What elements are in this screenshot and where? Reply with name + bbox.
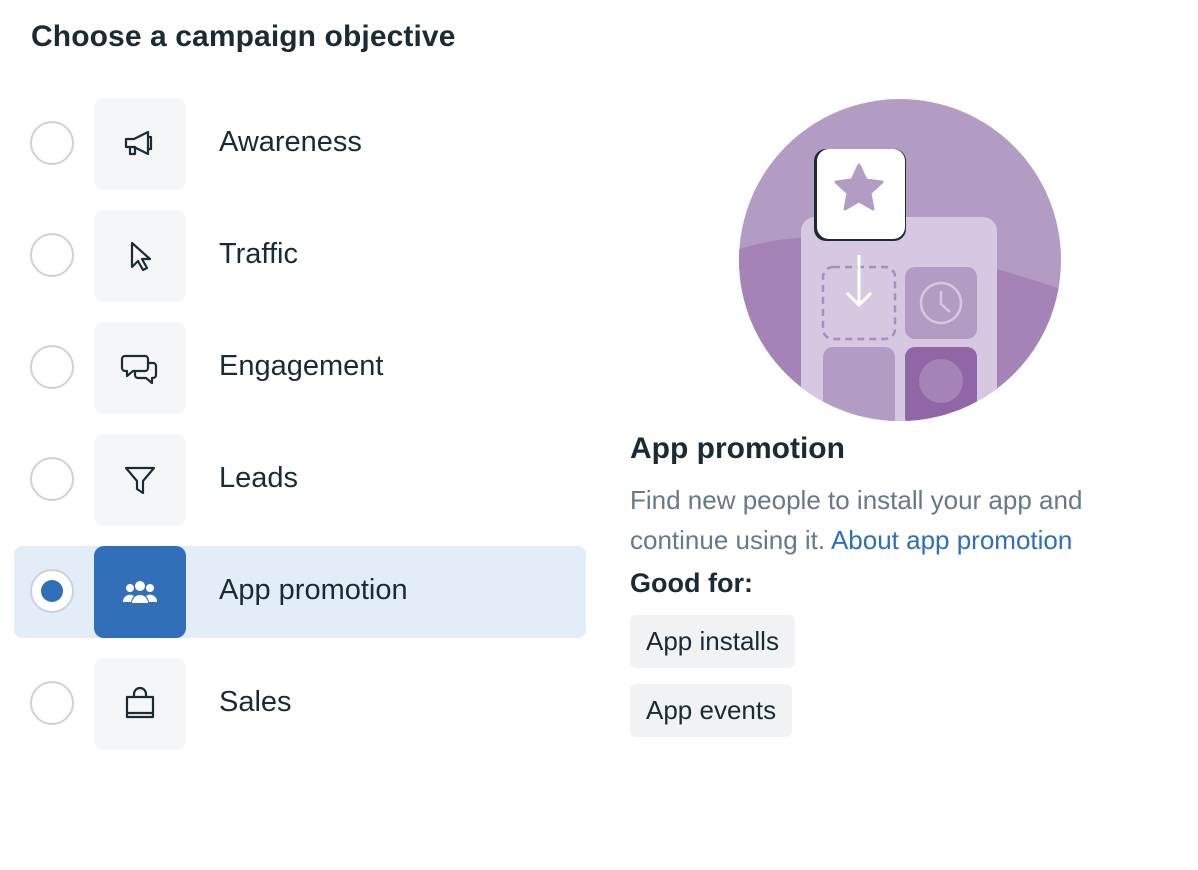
funnel-icon	[94, 434, 186, 526]
objective-option-engagement[interactable]: Engagement	[14, 322, 586, 414]
objective-option-awareness[interactable]: Awareness	[14, 98, 586, 190]
megaphone-icon	[94, 98, 186, 190]
app-promotion-illustration	[739, 99, 1061, 421]
objective-detail-panel: App promotion Find new people to install…	[630, 432, 1170, 753]
good-for-chip: App installs	[630, 615, 795, 668]
page-title: Choose a campaign objective	[31, 20, 456, 53]
detail-title: App promotion	[630, 432, 845, 465]
objective-label: Leads	[219, 462, 299, 494]
objective-label: Sales	[219, 686, 292, 718]
radio-button[interactable]	[30, 233, 74, 277]
shopping-bag-icon	[94, 658, 186, 750]
radio-button-selected[interactable]	[30, 569, 74, 613]
objective-list: Awareness Traffic Engagement Leads App p…	[14, 98, 586, 770]
objective-option-app-promotion[interactable]: App promotion	[14, 546, 586, 638]
people-group-icon	[94, 546, 186, 638]
objective-option-traffic[interactable]: Traffic	[14, 210, 586, 302]
radio-button[interactable]	[30, 457, 74, 501]
radio-button[interactable]	[30, 345, 74, 389]
objective-label: Traffic	[219, 238, 298, 270]
cursor-icon	[94, 210, 186, 302]
objective-option-sales[interactable]: Sales	[14, 658, 586, 750]
detail-description: Find new people to install your app and …	[630, 480, 1170, 560]
good-for-chip: App events	[630, 684, 793, 737]
objective-label: Awareness	[219, 126, 362, 158]
objective-label: Engagement	[219, 350, 384, 382]
about-app-promotion-link[interactable]: About app promotion	[831, 525, 1072, 555]
objective-option-leads[interactable]: Leads	[14, 434, 586, 526]
chat-bubbles-icon	[94, 322, 186, 414]
radio-button[interactable]	[30, 681, 74, 725]
radio-button[interactable]	[30, 121, 74, 165]
good-for-label: Good for:	[630, 568, 753, 598]
objective-label: App promotion	[219, 574, 408, 606]
